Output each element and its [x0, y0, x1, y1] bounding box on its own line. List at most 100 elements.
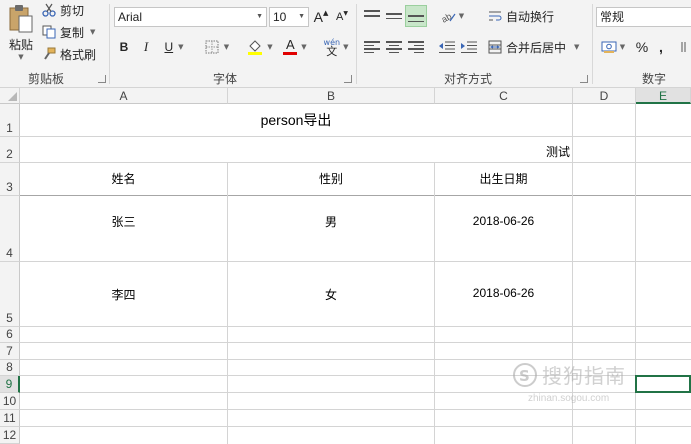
- copy-button[interactable]: 复制 ▼: [42, 23, 104, 41]
- increase-indent-button[interactable]: [459, 37, 479, 57]
- phonetic-char: 文: [326, 45, 338, 58]
- row-header-7[interactable]: 7: [0, 343, 20, 360]
- align-middle-button[interactable]: [384, 6, 404, 26]
- font-size-dropdown-icon[interactable]: ▼: [298, 8, 305, 26]
- table-cell[interactable]: 女: [228, 262, 434, 326]
- phonetic-dropdown-icon[interactable]: ▼: [343, 43, 348, 51]
- caret-down-icon: ▼: [343, 9, 348, 17]
- title-cell[interactable]: person导出: [20, 104, 572, 136]
- shrink-font-button[interactable]: A ▼: [333, 7, 351, 27]
- alignment-group-label: 对齐方式: [443, 72, 492, 86]
- gridline: [20, 342, 691, 343]
- row-header-10[interactable]: 10: [0, 393, 20, 410]
- row-header-1[interactable]: 1: [0, 104, 20, 137]
- column-header-a[interactable]: A: [20, 88, 228, 104]
- header-cell-birthdate[interactable]: 出生日期: [435, 163, 572, 195]
- accounting-dropdown-icon[interactable]: ▼: [620, 43, 625, 51]
- bold-button[interactable]: B: [115, 37, 133, 57]
- font-color-icon: A: [283, 38, 298, 55]
- align-left-icon: [364, 41, 380, 53]
- scissors-icon: [42, 3, 56, 17]
- column-header-e[interactable]: E: [636, 88, 691, 104]
- spreadsheet-grid[interactable]: A B C D E 1 2 3 4 5 6 7 8 9 10 11 12 per…: [0, 88, 691, 444]
- underline-dropdown-icon[interactable]: ▼: [178, 43, 183, 51]
- table-cell[interactable]: 李四: [20, 262, 227, 326]
- select-all-corner[interactable]: [0, 88, 20, 104]
- align-right-icon: [408, 41, 424, 53]
- borders-button[interactable]: ▼: [200, 37, 234, 57]
- active-cell-e9[interactable]: [635, 375, 691, 393]
- row-header-8[interactable]: 8: [0, 360, 20, 376]
- align-right-button[interactable]: [406, 37, 426, 57]
- row-header-6[interactable]: 6: [0, 327, 20, 343]
- paste-dropdown-icon[interactable]: ▼: [18, 53, 23, 61]
- row-header-4[interactable]: 4: [0, 196, 20, 262]
- comma-style-button[interactable]: ,: [653, 37, 669, 57]
- copy-dropdown-icon[interactable]: ▼: [90, 28, 95, 36]
- underline-button[interactable]: U ▼: [158, 37, 190, 57]
- accounting-format-button[interactable]: ▼: [598, 37, 628, 57]
- row-header-11[interactable]: 11: [0, 410, 20, 427]
- italic-button[interactable]: I: [137, 37, 155, 57]
- number-format-input[interactable]: 常规: [596, 7, 691, 27]
- clipboard-group-label: 剪贴板: [27, 72, 64, 86]
- decrease-indent-button[interactable]: [437, 37, 457, 57]
- phonetic-button[interactable]: wén 文 ▼: [320, 35, 352, 59]
- row-header-5[interactable]: 5: [0, 262, 20, 327]
- table-cell[interactable]: 2018-06-26: [435, 262, 572, 326]
- borders-dropdown-icon[interactable]: ▼: [224, 43, 229, 51]
- merge-center-dropdown-icon[interactable]: ▼: [574, 43, 579, 51]
- merge-center-label: 合并后居中: [506, 40, 567, 55]
- font-color-dropdown-icon[interactable]: ▼: [301, 43, 306, 51]
- underline-icon: U: [164, 40, 174, 54]
- table-cell[interactable]: 张三: [20, 196, 227, 246]
- header-cell-name[interactable]: 姓名: [20, 163, 227, 195]
- number-format-value: 常规: [600, 10, 625, 24]
- copy-icon: [42, 25, 56, 39]
- cell-value: 2018-06-26: [472, 286, 535, 300]
- orientation-dropdown-icon[interactable]: ▼: [459, 12, 464, 20]
- row-header-9[interactable]: 9: [0, 376, 20, 393]
- gridline: [20, 359, 691, 360]
- paste-button[interactable]: 粘贴 ▼: [2, 2, 40, 62]
- percent-button[interactable]: %: [633, 37, 651, 57]
- clipboard-launcher-icon[interactable]: [98, 75, 106, 83]
- format-painter-button[interactable]: 格式刷: [42, 45, 102, 63]
- clipboard-icon: [9, 4, 33, 32]
- cut-button[interactable]: 剪切: [42, 1, 88, 19]
- font-launcher-icon[interactable]: [344, 75, 352, 83]
- grow-font-button[interactable]: A ▲: [312, 7, 330, 27]
- align-bottom-button[interactable]: [405, 5, 427, 27]
- percent-icon: %: [635, 39, 649, 55]
- merge-center-button[interactable]: 合并后居中 ▼: [488, 37, 588, 57]
- table-cell[interactable]: 2018-06-26: [435, 196, 572, 246]
- fill-color-dropdown-icon[interactable]: ▼: [267, 43, 272, 51]
- align-left-button[interactable]: [362, 37, 382, 57]
- increase-indent-icon: [461, 41, 477, 53]
- gridline: [20, 375, 691, 376]
- orientation-button[interactable]: ab ▼: [437, 6, 467, 26]
- row-header-3[interactable]: 3: [0, 163, 20, 196]
- font-name-input[interactable]: Arial ▼: [114, 7, 267, 27]
- alignment-launcher-icon[interactable]: [580, 75, 588, 83]
- increase-decimal-button[interactable]: [674, 37, 688, 57]
- column-header-b[interactable]: B: [228, 88, 435, 104]
- column-header-c[interactable]: C: [435, 88, 573, 104]
- font-name-dropdown-icon[interactable]: ▼: [256, 8, 263, 26]
- wrap-text-button[interactable]: 自动换行: [488, 6, 560, 26]
- header-cell-gender[interactable]: 性别: [228, 163, 434, 195]
- subtitle-cell[interactable]: 测试: [20, 137, 572, 162]
- cell-value: 女: [324, 288, 337, 302]
- grow-font-icon: A: [313, 9, 323, 25]
- sheet-title: person导出: [260, 112, 332, 128]
- row-header-12[interactable]: 12: [0, 427, 20, 444]
- fill-color-button[interactable]: ▼: [245, 37, 275, 57]
- align-center-button[interactable]: [384, 37, 404, 57]
- font-size-input[interactable]: 10 ▼: [269, 7, 309, 27]
- table-cell[interactable]: 男: [228, 196, 434, 246]
- header-label: 出生日期: [479, 172, 528, 186]
- font-color-button[interactable]: A ▼: [280, 37, 310, 57]
- column-header-d[interactable]: D: [573, 88, 636, 104]
- align-top-button[interactable]: [362, 6, 382, 26]
- row-header-2[interactable]: 2: [0, 137, 20, 163]
